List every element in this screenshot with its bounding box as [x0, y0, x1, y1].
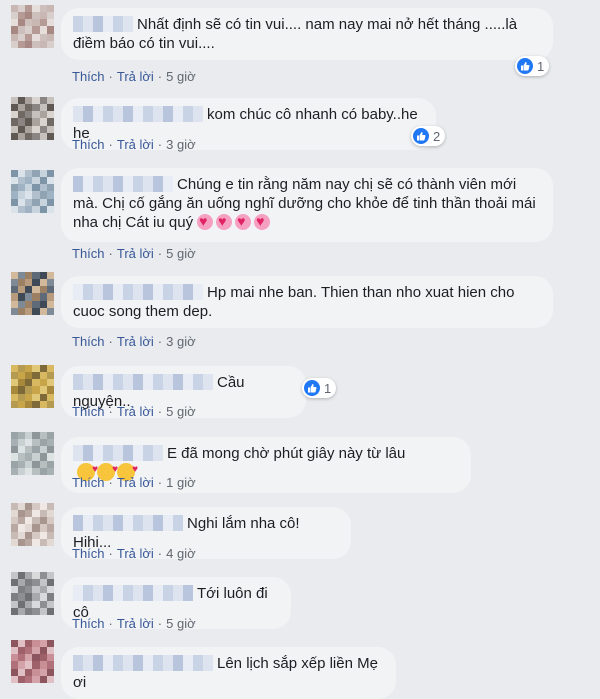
separator: ·: [108, 69, 113, 84]
like-link[interactable]: Thích: [72, 334, 105, 350]
timestamp[interactable]: 5 giờ: [166, 69, 196, 85]
commenter-name-pixelated[interactable]: [73, 515, 183, 531]
avatar[interactable]: [11, 97, 54, 140]
like-link[interactable]: Thích: [72, 616, 105, 632]
separator: ·: [108, 404, 113, 419]
timestamp[interactable]: 1 giờ: [166, 475, 196, 491]
comment-actions: Thích · Trả lời · 5 giờ: [72, 616, 196, 632]
like-link[interactable]: Thích: [72, 69, 105, 85]
comment-actions: Thích · Trả lời · 5 giờ: [72, 69, 196, 85]
avatar[interactable]: [11, 432, 54, 475]
like-link[interactable]: Thích: [72, 475, 105, 491]
separator: ·: [108, 475, 113, 490]
avatar[interactable]: [11, 170, 54, 213]
reaction-count[interactable]: 1: [515, 56, 550, 76]
separator: ·: [157, 404, 163, 419]
comment-bubble: Nhất định sẽ có tin vui.... nam nay mai …: [61, 8, 553, 60]
separator: ·: [157, 334, 163, 349]
timestamp[interactable]: 5 giờ: [166, 246, 196, 262]
reply-link[interactable]: Trả lời: [117, 334, 154, 350]
comment-text: E đã mong chờ phút giây này từ lâu: [167, 445, 406, 462]
commenter-name-pixelated[interactable]: [73, 284, 203, 300]
separator: ·: [108, 246, 113, 261]
avatar[interactable]: [11, 572, 54, 615]
commenter-name-pixelated[interactable]: [73, 445, 163, 461]
comment-actions: Thích · Trả lời · 1 giờ: [72, 475, 196, 491]
separator: ·: [157, 246, 163, 261]
separator: ·: [157, 546, 163, 561]
avatar[interactable]: [11, 272, 54, 315]
comment-actions: Thích · Trả lời · 3 giờ: [72, 334, 196, 350]
like-link[interactable]: Thích: [72, 546, 105, 562]
commenter-name-pixelated[interactable]: [73, 585, 193, 601]
timestamp[interactable]: 3 giờ: [166, 334, 196, 350]
comment-list: Nhất định sẽ có tin vui.... nam nay mai …: [0, 0, 600, 699]
reply-link[interactable]: Trả lời: [117, 546, 154, 562]
reply-link[interactable]: Trả lời: [117, 404, 154, 420]
separator: ·: [157, 475, 163, 490]
reply-link[interactable]: Trả lời: [117, 246, 154, 262]
comment-actions: Thích · Trả lời · 5 giờ: [72, 246, 196, 262]
timestamp[interactable]: 5 giờ: [166, 404, 196, 420]
separator: ·: [157, 137, 163, 152]
comment-actions: Thích · Trả lời · 3 giờ: [72, 137, 196, 153]
comment-bubble: Hp mai nhe ban. Thien than nho xuat hien…: [61, 276, 553, 328]
commenter-name-pixelated[interactable]: [73, 655, 213, 671]
avatar[interactable]: [11, 503, 54, 546]
heart-emoji-icon: [197, 212, 273, 235]
like-icon: [304, 380, 320, 396]
comment-actions: Thích · Trả lời · 5 giờ: [72, 404, 196, 420]
commenter-name-pixelated[interactable]: [73, 374, 213, 390]
separator: ·: [108, 546, 113, 561]
like-icon: [413, 128, 429, 144]
comment-bubble: Chúng e tin rằng năm nay chị sẽ có thành…: [61, 168, 553, 242]
reaction-count-value: 2: [433, 128, 441, 144]
separator: ·: [108, 334, 113, 349]
timestamp[interactable]: 3 giờ: [166, 137, 196, 153]
separator: ·: [108, 137, 113, 152]
separator: ·: [108, 616, 113, 631]
like-link[interactable]: Thích: [72, 246, 105, 262]
avatar[interactable]: [11, 365, 54, 408]
reply-link[interactable]: Trả lời: [117, 69, 154, 85]
like-link[interactable]: Thích: [72, 137, 105, 153]
reply-link[interactable]: Trả lời: [117, 616, 154, 632]
reply-link[interactable]: Trả lời: [117, 137, 154, 153]
comment-bubble: Lên lịch sắp xếp liền Mẹ ơi: [61, 647, 396, 699]
commenter-name-pixelated[interactable]: [73, 16, 133, 32]
separator: ·: [157, 616, 163, 631]
comment-actions: Thích · Trả lời · 4 giờ: [72, 546, 196, 562]
commenter-name-pixelated[interactable]: [73, 106, 203, 122]
timestamp[interactable]: 5 giờ: [166, 616, 196, 632]
reply-link[interactable]: Trả lời: [117, 475, 154, 491]
commenter-name-pixelated[interactable]: [73, 176, 173, 192]
avatar[interactable]: [11, 5, 54, 48]
like-icon: [517, 58, 533, 74]
like-link[interactable]: Thích: [72, 404, 105, 420]
reaction-count[interactable]: 2: [411, 126, 446, 146]
reaction-count-value: 1: [537, 58, 545, 74]
reaction-count[interactable]: 1: [302, 378, 337, 398]
reaction-count-value: 1: [324, 380, 332, 396]
separator: ·: [157, 69, 163, 84]
timestamp[interactable]: 4 giờ: [166, 546, 196, 562]
comment-text: Nhất định sẽ có tin vui.... nam nay mai …: [73, 16, 518, 52]
